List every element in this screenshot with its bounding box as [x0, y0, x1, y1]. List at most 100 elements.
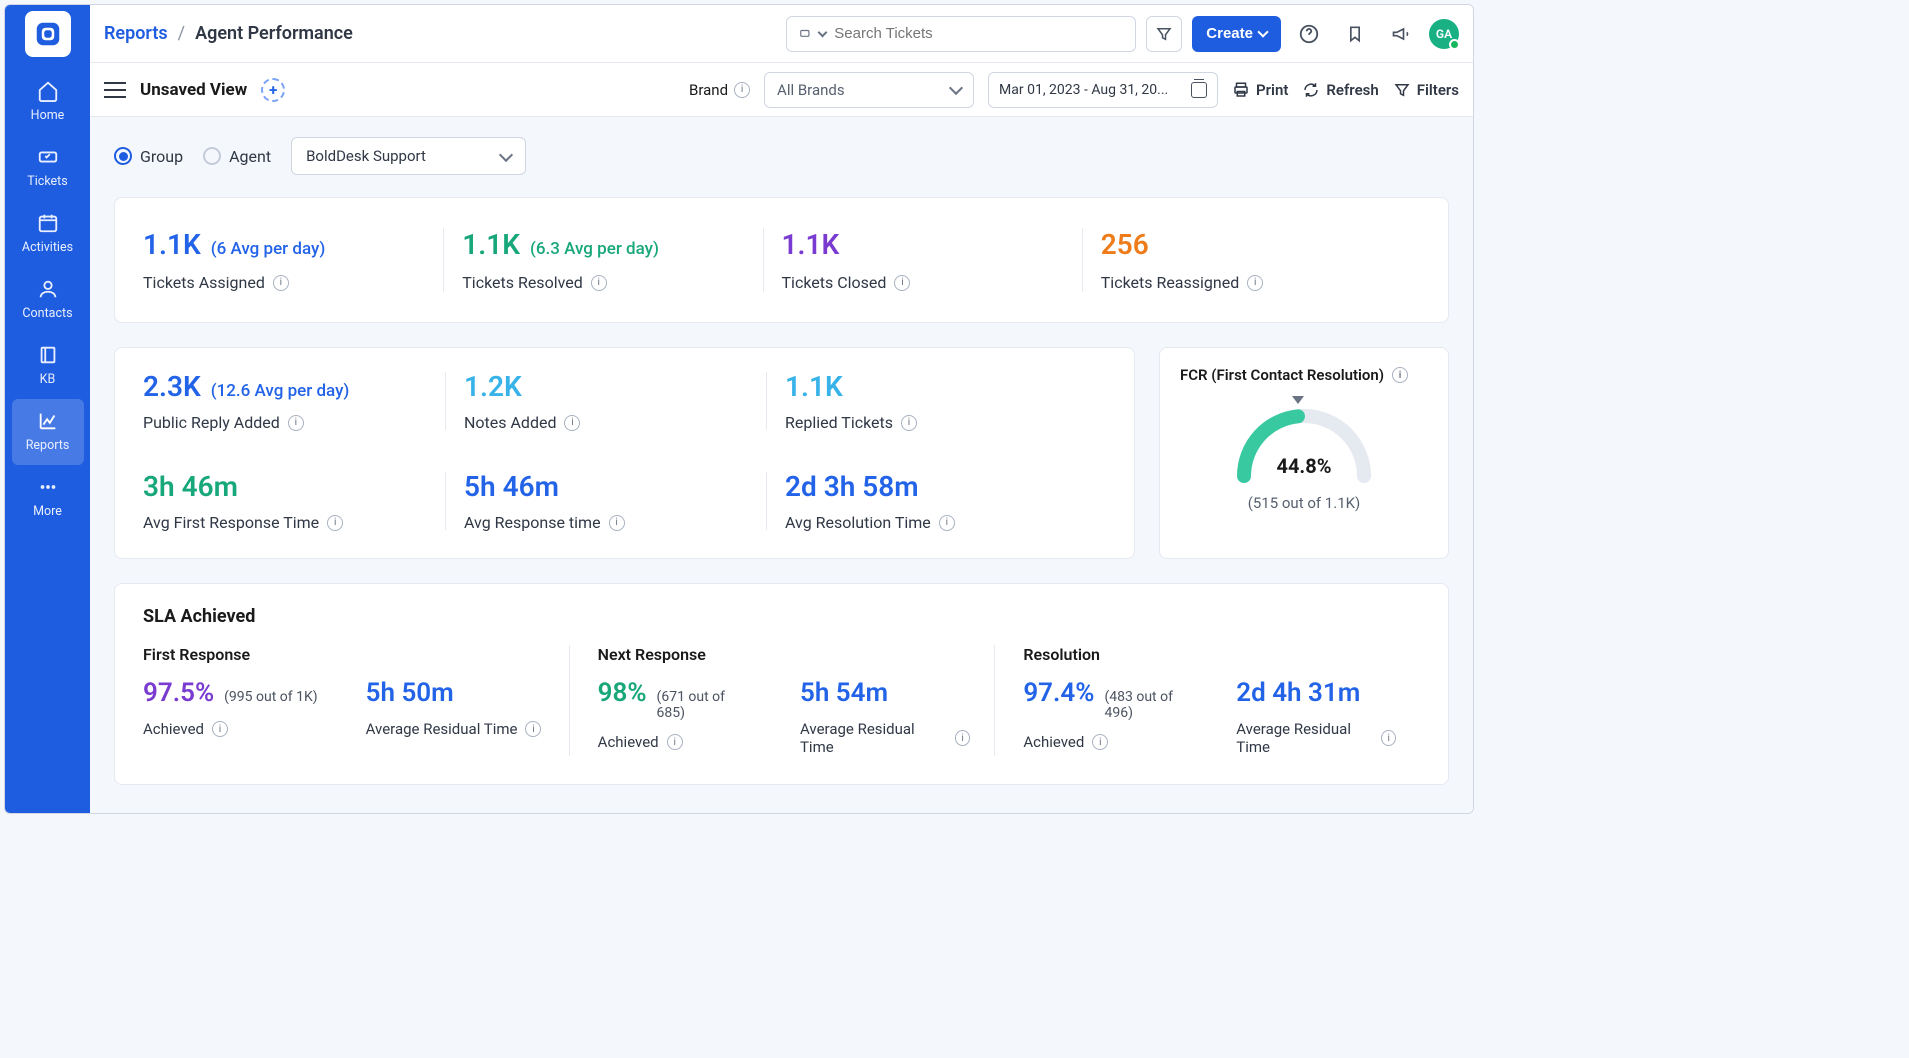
mid-metrics-card: 2.3K(12.6 Avg per day)Public Reply Added… — [114, 347, 1135, 559]
nav-contacts[interactable]: Contacts — [5, 267, 90, 333]
nav-label: Contacts — [22, 306, 72, 321]
date-range-picker[interactable]: Mar 01, 2023 - Aug 31, 20... — [988, 72, 1218, 108]
radio-dot-icon — [203, 147, 221, 165]
help-icon-button[interactable] — [1291, 16, 1327, 52]
nav-activities[interactable]: Activities — [5, 201, 90, 267]
bookmark-icon-button[interactable] — [1337, 16, 1373, 52]
sla-percent-sub: (671 out of 685) — [657, 689, 752, 721]
create-label: Create — [1206, 25, 1253, 42]
filters-label: Filters — [1417, 81, 1459, 99]
ticket-icon — [36, 145, 60, 169]
sla-percent-sub: (483 out of 496) — [1104, 689, 1188, 721]
sla-achieved-label: Achieved — [143, 720, 204, 738]
metric-card: 3h 46mAvg First Response Timei — [143, 470, 464, 532]
breadcrumb-root[interactable]: Reports — [104, 23, 168, 44]
info-icon[interactable]: i — [667, 734, 683, 750]
metric-value: 1.1K — [785, 370, 843, 403]
nav-kb[interactable]: KB — [5, 333, 90, 399]
metric-label: Avg Response time — [464, 513, 601, 532]
radio-group[interactable]: Group — [114, 147, 183, 166]
ticket-scope-icon[interactable] — [797, 27, 826, 41]
radio-agent[interactable]: Agent — [203, 147, 271, 166]
metric-value: 1.1K — [782, 228, 840, 261]
filters-button[interactable]: Filters — [1393, 81, 1459, 99]
info-icon[interactable]: i — [327, 515, 343, 531]
nav-home[interactable]: Home — [5, 69, 90, 135]
sla-percent: 97.4% — [1023, 678, 1094, 708]
info-icon[interactable]: i — [901, 415, 917, 431]
support-select[interactable]: BoldDesk Support — [291, 137, 526, 175]
fcr-gauge: 44.8% — [1224, 396, 1384, 486]
info-icon[interactable]: i — [955, 730, 971, 746]
search-bar[interactable] — [786, 16, 1136, 52]
avatar[interactable]: GA — [1429, 19, 1459, 49]
radio-dot-icon — [114, 147, 132, 165]
logo[interactable] — [25, 11, 71, 57]
fcr-sub: (515 out of 1.1K) — [1180, 494, 1428, 512]
add-view-button[interactable]: + — [261, 78, 285, 102]
top-metrics-card: 1.1K(6 Avg per day)Tickets Assignedi 1.1K… — [114, 197, 1449, 323]
fcr-percent: 44.8% — [1224, 454, 1384, 478]
info-icon[interactable]: i — [1392, 367, 1408, 383]
metric-card: 1.2KNotes Addedi — [464, 370, 785, 432]
nav-more[interactable]: More — [5, 465, 90, 531]
info-icon[interactable]: i — [212, 721, 228, 737]
metric-card: 1.1K(6 Avg per day)Tickets Assignedi — [143, 222, 462, 298]
metric-card: 2d 3h 58mAvg Resolution Timei — [785, 470, 1106, 532]
book-icon — [36, 343, 60, 367]
filter-icon-button[interactable] — [1146, 16, 1182, 52]
info-icon[interactable]: i — [525, 721, 541, 737]
filter-icon — [1393, 81, 1411, 99]
nav-reports[interactable]: Reports — [12, 399, 84, 465]
info-icon[interactable]: i — [591, 275, 607, 291]
brand-label-wrap: Brand i — [689, 81, 750, 99]
brand-value: All Brands — [777, 81, 845, 99]
info-icon[interactable]: i — [609, 515, 625, 531]
info-icon[interactable]: i — [564, 415, 580, 431]
sla-achieved-label: Achieved — [1023, 733, 1084, 751]
nav-label: Reports — [26, 438, 70, 453]
info-icon[interactable]: i — [894, 275, 910, 291]
sla-percent-sub: (995 out of 1K) — [224, 689, 317, 705]
info-icon[interactable]: i — [273, 275, 289, 291]
printer-icon — [1232, 81, 1250, 99]
print-button[interactable]: Print — [1232, 81, 1288, 99]
metric-value: 5h 46m — [464, 470, 559, 503]
support-value: BoldDesk Support — [306, 147, 426, 165]
chart-icon — [36, 409, 60, 433]
metric-avg: (6.3 Avg per day) — [530, 239, 659, 259]
metric-avg: (6 Avg per day) — [211, 239, 326, 259]
megaphone-icon-button[interactable] — [1383, 16, 1419, 52]
avatar-initials: GA — [1436, 27, 1452, 41]
breadcrumb-separator: / — [178, 23, 185, 44]
sla-percent: 98% — [598, 678, 647, 708]
chevron-down-icon — [1257, 26, 1268, 37]
subbar: Unsaved View + Brand i All Brands Mar 01… — [90, 63, 1473, 117]
sla-column: First Response97.5%(995 out of 1K)Achiev… — [143, 645, 569, 756]
info-icon[interactable]: i — [1247, 275, 1263, 291]
sla-percent: 97.5% — [143, 678, 214, 708]
info-icon[interactable]: i — [734, 82, 750, 98]
search-input[interactable] — [834, 25, 1125, 42]
info-icon[interactable]: i — [288, 415, 304, 431]
info-icon[interactable]: i — [939, 515, 955, 531]
metric-label: Tickets Closed — [782, 273, 887, 292]
hamburger-icon[interactable] — [104, 82, 126, 98]
info-icon[interactable]: i — [1381, 730, 1396, 746]
refresh-button[interactable]: Refresh — [1302, 81, 1378, 99]
sla-time: 5h 50m — [366, 678, 454, 708]
nav-label: Tickets — [27, 174, 67, 189]
info-icon[interactable]: i — [1092, 734, 1108, 750]
brand-select[interactable]: All Brands — [764, 72, 974, 108]
radio-label: Group — [140, 147, 183, 166]
print-label: Print — [1256, 81, 1288, 99]
create-button[interactable]: Create — [1192, 16, 1281, 52]
home-icon — [36, 79, 60, 103]
sla-heading: Resolution — [1023, 645, 1396, 664]
metric-card: 5h 46m Avg Response time i — [464, 470, 785, 532]
fcr-card: FCR (First Contact Resolution) i 44.8% (… — [1159, 347, 1449, 559]
sidebar: Home Tickets Activities Contacts KB Repo… — [5, 5, 90, 813]
brand-label: Brand — [689, 81, 728, 99]
nav-tickets[interactable]: Tickets — [5, 135, 90, 201]
metric-card: 2.3K(12.6 Avg per day)Public Reply Added… — [143, 370, 464, 432]
